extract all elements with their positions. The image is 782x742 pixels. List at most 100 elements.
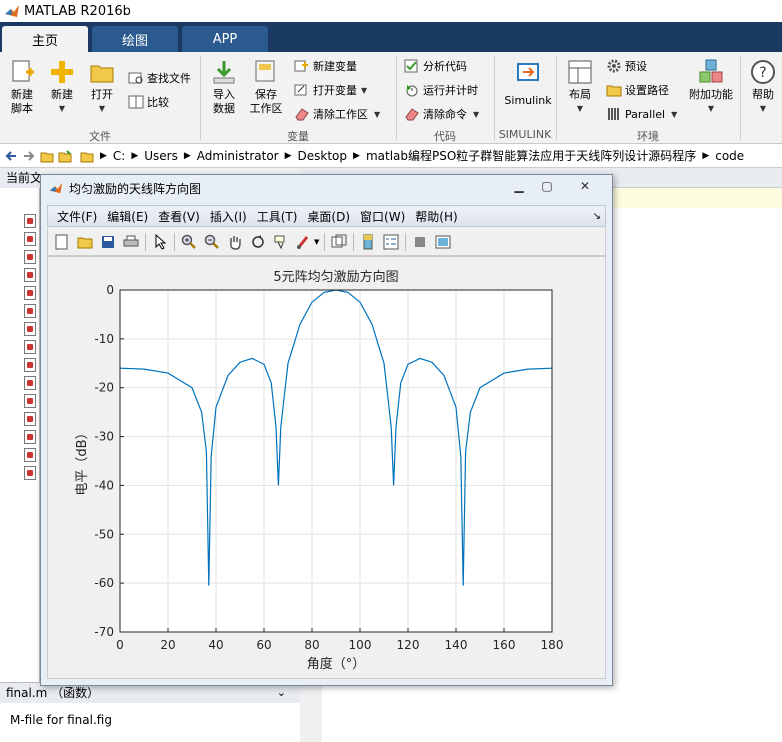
pan-hand-icon[interactable] xyxy=(226,233,244,251)
file-icon[interactable] xyxy=(24,466,36,480)
chevron-down-icon: ▼ xyxy=(473,109,480,119)
file-icon[interactable] xyxy=(24,268,36,282)
back-arrow-icon[interactable] xyxy=(4,149,18,163)
file-icon[interactable] xyxy=(24,394,36,408)
maximize-button[interactable]: ▢ xyxy=(535,178,559,194)
zoom-in-icon[interactable] xyxy=(180,233,198,251)
chart-title: 5元阵均匀激励方向图 xyxy=(273,269,398,285)
save-icon[interactable] xyxy=(99,233,117,251)
brush-icon[interactable] xyxy=(295,233,313,251)
hide-tools-icon[interactable] xyxy=(411,233,429,251)
preferences-button[interactable]: 预设 xyxy=(606,56,647,76)
breadcrumb-item[interactable]: Desktop xyxy=(298,149,348,163)
import-data-button[interactable]: 导入 数据 xyxy=(206,58,242,116)
colorbar-icon[interactable] xyxy=(359,233,377,251)
file-icon[interactable] xyxy=(24,448,36,462)
simulink-button[interactable]: Simulink xyxy=(500,58,556,108)
open-button[interactable]: 打开 ▼ xyxy=(84,58,120,116)
current-folder-header: 当前文件夹 xyxy=(0,168,40,188)
tab-plots[interactable]: 绘图 xyxy=(92,26,178,52)
add-ons-button[interactable]: 附加功能 ▼ xyxy=(688,58,734,116)
breadcrumb-item[interactable]: Users xyxy=(144,149,178,163)
file-icon[interactable] xyxy=(24,286,36,300)
layout-button[interactable]: 布局 ▼ xyxy=(562,58,598,116)
menu-desktop[interactable]: 桌面(D) xyxy=(307,208,350,225)
set-path-button[interactable]: 设置路径 xyxy=(606,80,669,100)
chevron-down-icon[interactable]: ⌄ xyxy=(277,683,286,703)
file-icon[interactable] xyxy=(24,412,36,426)
find-files-icon xyxy=(128,72,143,84)
compare-button[interactable]: 比较 xyxy=(128,92,169,112)
print-icon[interactable] xyxy=(122,233,140,251)
menu-insert[interactable]: 插入(I) xyxy=(210,208,247,225)
menu-dock-icon[interactable]: ↘ xyxy=(593,211,601,222)
import-icon xyxy=(213,61,235,84)
data-cursor-icon[interactable] xyxy=(272,233,290,251)
menu-help[interactable]: 帮助(H) xyxy=(415,208,457,225)
new-script-button[interactable]: 新建 脚本 xyxy=(4,58,40,116)
x-tick-label: 40 xyxy=(208,638,223,652)
x-tick-label: 0 xyxy=(116,638,124,652)
parallel-button[interactable]: Parallel ▼ xyxy=(606,104,677,124)
menu-window[interactable]: 窗口(W) xyxy=(360,208,405,225)
menu-file[interactable]: 文件(F) xyxy=(57,208,97,225)
analyze-code-button[interactable]: 分析代码 xyxy=(404,56,467,76)
file-icon[interactable] xyxy=(24,340,36,354)
show-tools-icon[interactable] xyxy=(434,233,452,251)
help-button[interactable]: ? 帮助 ▼ xyxy=(746,58,780,116)
file-icon[interactable] xyxy=(24,250,36,264)
file-icon[interactable] xyxy=(24,376,36,390)
file-icon[interactable] xyxy=(24,232,36,246)
breadcrumb-item[interactable]: code xyxy=(715,149,744,163)
folder-icon xyxy=(90,65,114,83)
up-folder-icon[interactable] xyxy=(40,149,54,163)
forward-arrow-icon[interactable] xyxy=(22,149,36,163)
open-variable-icon xyxy=(294,84,307,96)
address-bar: ▶ C: ▶ Users ▶ Administrator ▶ Desktop ▶ matl… xyxy=(0,144,782,168)
chevron-down-icon: ▼ xyxy=(374,109,381,119)
link-plot-icon[interactable] xyxy=(330,233,348,251)
menu-edit[interactable]: 编辑(E) xyxy=(107,208,148,225)
minimize-button[interactable]: ▁ xyxy=(507,178,531,194)
rotate-3d-icon[interactable] xyxy=(249,233,267,251)
new-variable-button[interactable]: 新建变量 xyxy=(294,56,357,76)
tab-home[interactable]: 主页 xyxy=(2,26,88,52)
find-files-button[interactable]: 查找文件 xyxy=(128,68,191,88)
chevron-down-icon: ▼ xyxy=(759,104,767,113)
layout-icon xyxy=(568,60,592,84)
file-icon[interactable] xyxy=(24,358,36,372)
breadcrumb: ▶ C: ▶ Users ▶ Administrator ▶ Desktop ▶ matl… xyxy=(100,147,745,164)
clear-workspace-button[interactable]: 清除工作区 ▼ xyxy=(294,104,380,124)
group-divider xyxy=(740,56,741,140)
chevron-down-icon[interactable]: ▼ xyxy=(314,238,319,246)
close-button[interactable]: ✕ xyxy=(565,178,605,194)
open-variable-button[interactable]: 打开变量 ▼ xyxy=(294,80,367,100)
breadcrumb-item[interactable]: Administrator xyxy=(197,149,279,163)
zoom-out-icon[interactable] xyxy=(203,233,221,251)
clear-commands-button[interactable]: 清除命令 ▼ xyxy=(404,104,479,124)
details-description: M-file for final.fig xyxy=(10,713,112,727)
eraser-icon xyxy=(295,108,309,121)
y-axis-label: 电平（dB） xyxy=(75,426,90,495)
new-figure-icon[interactable] xyxy=(53,233,71,251)
pattern-chart[interactable]: 0 20 40 60 80 100 120 140 160 180 0 -10 -20 -30 -40 -5… xyxy=(48,257,605,678)
root-folder-icon xyxy=(80,152,94,162)
file-icon[interactable] xyxy=(24,304,36,318)
new-button[interactable]: 新建 ▼ xyxy=(44,58,80,116)
run-and-time-button[interactable]: 运行并计时 xyxy=(404,80,478,100)
tab-apps[interactable]: APP xyxy=(182,26,268,52)
menu-view[interactable]: 查看(V) xyxy=(158,208,200,225)
open-file-icon[interactable] xyxy=(76,233,94,251)
browse-folder-icon[interactable] xyxy=(58,149,72,163)
save-workspace-button[interactable]: 保存 工作区 xyxy=(246,58,286,116)
legend-icon[interactable] xyxy=(382,233,400,251)
file-icon[interactable] xyxy=(24,214,36,228)
pointer-icon[interactable] xyxy=(151,233,169,251)
y-tick-label: -20 xyxy=(94,381,114,395)
file-icon[interactable] xyxy=(24,322,36,336)
chevron-down-icon: ▼ xyxy=(58,104,66,113)
breadcrumb-item[interactable]: matlab编程PSO粒子群智能算法应用于天线阵列设计源码程序 xyxy=(366,147,696,164)
menu-tools[interactable]: 工具(T) xyxy=(257,208,298,225)
file-icon[interactable] xyxy=(24,430,36,444)
breadcrumb-item[interactable]: C: xyxy=(113,149,125,163)
